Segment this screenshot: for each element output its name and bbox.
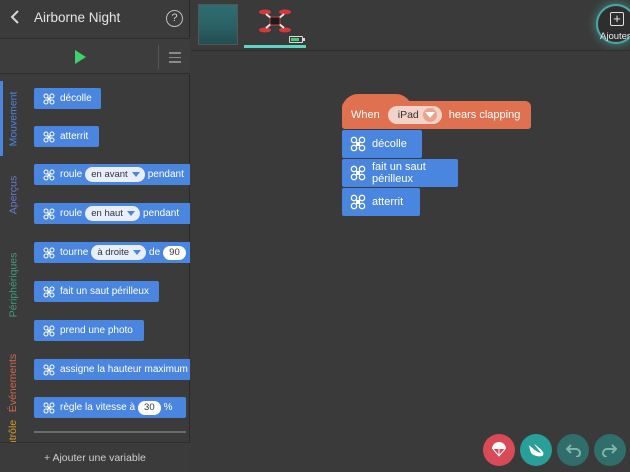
block-label: tourne: [60, 247, 89, 258]
add-variable-label: + Ajouter une variable: [44, 452, 146, 464]
tab-mouvement[interactable]: Mouvement: [0, 81, 27, 156]
dropdown-value: iPad: [397, 109, 419, 121]
drone-icon: [42, 285, 56, 299]
tab-label: Aperçus: [7, 175, 20, 215]
direction-dropdown[interactable]: en haut: [85, 206, 140, 221]
block-atterrit[interactable]: atterrit: [34, 126, 99, 147]
drone-icon: [42, 92, 56, 106]
caret-down-icon: [422, 108, 437, 122]
menu-icon[interactable]: [169, 52, 181, 66]
event-hat-block[interactable]: When iPad hears clapping: [342, 94, 531, 129]
caret-down-icon: [126, 211, 135, 216]
drone-icon: [42, 168, 56, 182]
block-label: de: [149, 247, 161, 258]
block-label: fait un saut périlleux: [60, 286, 149, 297]
block-tourne[interactable]: tourne à droite de 90: [34, 242, 190, 263]
direction-dropdown[interactable]: en avant: [85, 167, 145, 182]
redo-icon: [602, 444, 618, 457]
unit-label: %: [163, 402, 173, 413]
parachute-icon: [492, 442, 506, 457]
play-icon[interactable]: [75, 50, 86, 64]
dropdown-value: en avant: [91, 169, 128, 180]
title-bar: Airborne Night ?: [0, 0, 190, 38]
drone-icon: [350, 194, 366, 210]
block-label: atterrit: [372, 196, 404, 208]
left-panel: Airborne Night ? Mouvement Aperçus Périp…: [0, 0, 190, 472]
tab-apercus[interactable]: Aperçus: [0, 160, 27, 230]
speed-input[interactable]: 30: [138, 400, 161, 415]
block-label: décolle: [372, 138, 407, 150]
selected-indicator: [244, 45, 306, 48]
block-label: assigne la hauteur maximum à: [60, 364, 190, 375]
script-block-saut[interactable]: fait un saut périlleux: [342, 159, 458, 187]
plus-icon: +: [610, 12, 624, 26]
drone-icon: [42, 324, 56, 338]
block-label: roule: [60, 169, 83, 180]
add-variable-button[interactable]: + Ajouter une variable: [0, 442, 190, 472]
tab-label: Périphériques: [7, 252, 20, 318]
block-label: pendant: [142, 208, 180, 219]
swift-button[interactable]: [520, 434, 552, 466]
script-block-decolle[interactable]: décolle: [342, 130, 422, 158]
run-bar: [0, 38, 190, 74]
swift-icon: [529, 444, 544, 457]
block-label: atterrit: [60, 131, 89, 142]
turn-direction-dropdown[interactable]: à droite: [91, 245, 147, 260]
drone-thumbnail[interactable]: [244, 0, 306, 48]
block-prend-photo[interactable]: prend une photo: [34, 320, 144, 341]
block-hauteur-max[interactable]: assigne la hauteur maximum à: [34, 359, 190, 380]
block-saut-perilleux[interactable]: fait un saut périlleux: [34, 281, 159, 302]
palette-divider: [34, 431, 186, 433]
drone-icon: [42, 363, 56, 377]
angle-input[interactable]: 90: [163, 245, 186, 260]
block-palette: décolle atterrit roule en avant pendant …: [30, 75, 190, 433]
drone-icon: [42, 130, 56, 144]
help-icon[interactable]: ?: [166, 10, 183, 27]
block-label: roule: [60, 208, 83, 219]
hat-event-label: hears clapping: [448, 109, 521, 121]
drone-icon: [42, 207, 56, 221]
block-label: règle la vitesse à: [60, 402, 136, 413]
block-roule-haut[interactable]: roule en haut pendant: [34, 203, 190, 224]
block-vitesse[interactable]: règle la vitesse à 30 %: [34, 397, 186, 418]
caret-down-icon: [131, 172, 140, 177]
divider: [158, 45, 159, 69]
hat-when-label: When: [351, 109, 380, 121]
caret-down-icon: [133, 250, 142, 255]
block-label: prend une photo: [60, 325, 133, 336]
device-dropdown[interactable]: iPad: [387, 106, 442, 124]
undo-button[interactable]: [557, 434, 589, 466]
dropdown-value: à droite: [97, 247, 130, 258]
dropdown-value: en haut: [91, 208, 123, 219]
block-decolle[interactable]: décolle: [34, 88, 101, 109]
script-block-atterrit[interactable]: atterrit: [342, 188, 420, 216]
stage-thumbnail[interactable]: [198, 4, 238, 45]
block-label: décolle: [60, 93, 92, 104]
drone-icon: [259, 9, 291, 33]
battery-tip: [303, 38, 305, 41]
tab-label: Événements: [7, 353, 20, 412]
category-tabs: Mouvement Aperçus Périphériques Événemen…: [0, 75, 27, 446]
drone-icon: [42, 246, 56, 260]
undo-icon: [565, 444, 581, 457]
drone-icon: [350, 136, 366, 152]
block-label: fait un saut périlleux: [372, 161, 426, 185]
block-roule-avant[interactable]: roule en avant pendant: [34, 164, 190, 185]
tab-label: Mouvement: [7, 91, 20, 146]
block-label: pendant: [147, 169, 184, 180]
app-root: Airborne Night ? Mouvement Aperçus Périp…: [0, 0, 630, 472]
battery-icon: [289, 36, 303, 43]
redo-button[interactable]: [594, 434, 626, 466]
chevron-left-icon[interactable]: [9, 9, 25, 27]
drone-icon: [42, 401, 56, 415]
add-label: Ajouter: [600, 31, 630, 42]
tab-peripheriques[interactable]: Périphériques: [0, 235, 27, 335]
add-device-button[interactable]: + Ajouter: [596, 4, 630, 44]
project-title: Airborne Night: [34, 10, 121, 25]
device-strip: [191, 0, 630, 50]
emergency-parachute-button[interactable]: [483, 434, 515, 466]
drone-icon: [350, 165, 366, 181]
